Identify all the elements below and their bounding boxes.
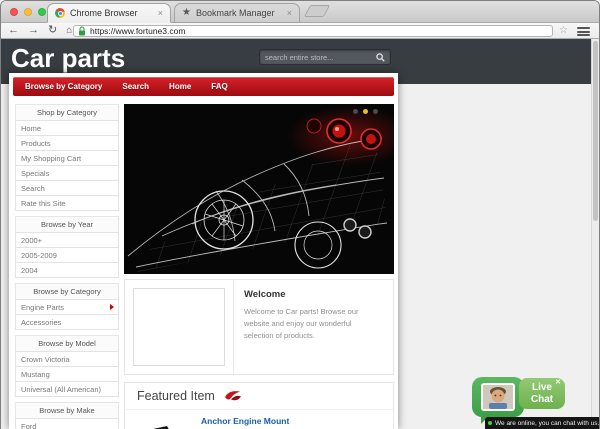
sidebar-section: Shop by CategoryHomeProductsMy Shopping … [15, 104, 119, 211]
site-logo[interactable]: Car parts [11, 43, 125, 74]
sidebar-item[interactable]: Engine Parts [15, 299, 119, 315]
chat-close-icon[interactable]: ✕ [555, 379, 561, 387]
live-chat-button[interactable]: ✕ Live Chat [519, 378, 565, 409]
nav-item-search[interactable]: Search [122, 82, 149, 91]
product-name-link[interactable]: Anchor Engine Mount [201, 416, 381, 426]
sidebar-item[interactable]: Ford [15, 418, 119, 429]
tab-strip: Chrome Browser × ★ Bookmark Manager × [1, 1, 599, 23]
sidebar-item[interactable]: Rate this Site [15, 195, 119, 211]
new-tab-button[interactable] [304, 5, 330, 17]
chrome-logo-icon [55, 8, 65, 18]
page-viewport: Car parts Browse by Category Search Home FA… [1, 39, 599, 429]
browser-toolbar: ← → ↻ ⌂ https://www.fortune3.com ☆ [1, 23, 599, 39]
home-icon[interactable]: ⌂ [66, 26, 72, 36]
main-nav: Browse by Category Search Home FAQ [13, 77, 394, 96]
chat-agent-avatar [481, 383, 515, 411]
reload-icon[interactable]: ↻ [48, 25, 57, 36]
sidebar-section: Browse by CategoryEngine PartsAccessorie… [15, 283, 119, 330]
sidebar-item[interactable]: My Shopping Cart [15, 150, 119, 166]
sidebar-section-header: Browse by Model [15, 335, 119, 352]
forward-icon[interactable]: → [28, 25, 39, 36]
welcome-text: Welcome to Car parts! Browse our website… [244, 306, 383, 342]
sidebar-section: Browse by MakeFordUniversal (All America… [15, 402, 119, 429]
tab-label: Bookmark Manager [196, 8, 275, 18]
sidebar-item[interactable]: 2005-2009 [15, 247, 119, 263]
sidebar-item[interactable]: Universal (All American) [15, 381, 119, 397]
featured-product-row: Anchor Engine Mount This product comes b… [125, 410, 393, 429]
featured-title: Featured Item [137, 389, 215, 403]
page-container: Browse by Category Search Home FAQ Shop by … [9, 73, 398, 429]
sidebar-section-header: Browse by Year [15, 216, 119, 233]
back-icon[interactable]: ← [8, 25, 19, 36]
sidebar-item[interactable]: 2004 [15, 262, 119, 278]
featured-hot-icon [223, 389, 243, 403]
minimize-window-button[interactable] [24, 8, 32, 16]
welcome-image-placeholder [133, 288, 225, 366]
featured-section: Featured Item [124, 382, 394, 429]
store-search-box[interactable] [259, 49, 391, 65]
sidebar: Shop by CategoryHomeProductsMy Shopping … [15, 104, 119, 429]
welcome-title: Welcome [244, 289, 383, 300]
star-icon: ★ [182, 8, 191, 18]
zoom-window-button[interactable] [38, 8, 46, 16]
chat-agent-bubble[interactable] [472, 377, 524, 417]
sidebar-item[interactable]: Specials [15, 165, 119, 181]
scrollbar[interactable] [591, 39, 599, 429]
bookmark-star-icon[interactable]: ☆ [559, 25, 568, 37]
tab-label: Chrome Browser [70, 8, 138, 18]
page-content: Shop by CategoryHomeProductsMy Shopping … [9, 100, 398, 429]
nav-item-browse-by-category[interactable]: Browse by Category [25, 82, 102, 91]
scrollbar-thumb[interactable] [593, 41, 598, 221]
lock-icon [78, 26, 86, 36]
tab-close-icon[interactable]: × [158, 9, 163, 18]
nav-item-home[interactable]: Home [169, 82, 191, 91]
product-thumbnail[interactable] [137, 416, 183, 429]
close-window-button[interactable] [10, 8, 18, 16]
sidebar-item[interactable]: Mustang [15, 366, 119, 382]
main-column: Welcome Welcome to Car parts! Browse our… [124, 104, 394, 429]
sidebar-item[interactable]: Home [15, 120, 119, 136]
chat-status-bar[interactable]: We are online, you can chat with us. [485, 417, 599, 429]
slider-dots [353, 109, 378, 114]
sidebar-item[interactable]: Products [15, 135, 119, 151]
live-chat-widget: ✕ Live Chat [472, 377, 565, 417]
sidebar-section: Browse by Year2000+2005-20092004 [15, 216, 119, 278]
sidebar-item[interactable]: Crown Victoria [15, 351, 119, 367]
tab-close-icon[interactable]: × [287, 9, 292, 18]
sidebar-section-header: Browse by Category [15, 283, 119, 300]
welcome-section: Welcome Welcome to Car parts! Browse our… [124, 279, 394, 375]
address-bar[interactable]: https://www.fortune3.com [73, 25, 553, 37]
online-status-dot [488, 421, 492, 425]
window-controls [10, 8, 46, 16]
tab-chrome-browser[interactable]: Chrome Browser × [47, 3, 171, 23]
sidebar-sections: Shop by CategoryHomeProductsMy Shopping … [15, 104, 119, 429]
slider-dot[interactable] [353, 109, 358, 114]
red-arrow-marker [110, 304, 114, 310]
nav-item-faq[interactable]: FAQ [211, 82, 227, 91]
wireframe-car-image [124, 104, 394, 274]
sidebar-section-header: Shop by Category [15, 104, 119, 121]
slider-dot-active[interactable] [363, 109, 368, 114]
url-text: https://www.fortune3.com [90, 26, 185, 36]
sidebar-section-header: Browse by Make [15, 402, 119, 419]
tab-bookmark-manager[interactable]: ★ Bookmark Manager × [174, 3, 300, 23]
search-icon[interactable] [376, 53, 385, 62]
browser-window: Chrome Browser × ★ Bookmark Manager × ← … [0, 0, 600, 429]
sidebar-section: Browse by ModelCrown VictoriaMustangUniv… [15, 335, 119, 397]
sidebar-item[interactable]: 2000+ [15, 232, 119, 248]
slider-dot[interactable] [373, 109, 378, 114]
store-search-input[interactable] [265, 53, 372, 62]
sidebar-item[interactable]: Accessories [15, 314, 119, 330]
live-chat-label: Live Chat [531, 382, 553, 405]
chat-status-text: We are online, you can chat with us. [495, 420, 599, 427]
menu-icon[interactable] [577, 27, 590, 38]
sidebar-item[interactable]: Search [15, 180, 119, 196]
hero-banner [124, 104, 394, 274]
